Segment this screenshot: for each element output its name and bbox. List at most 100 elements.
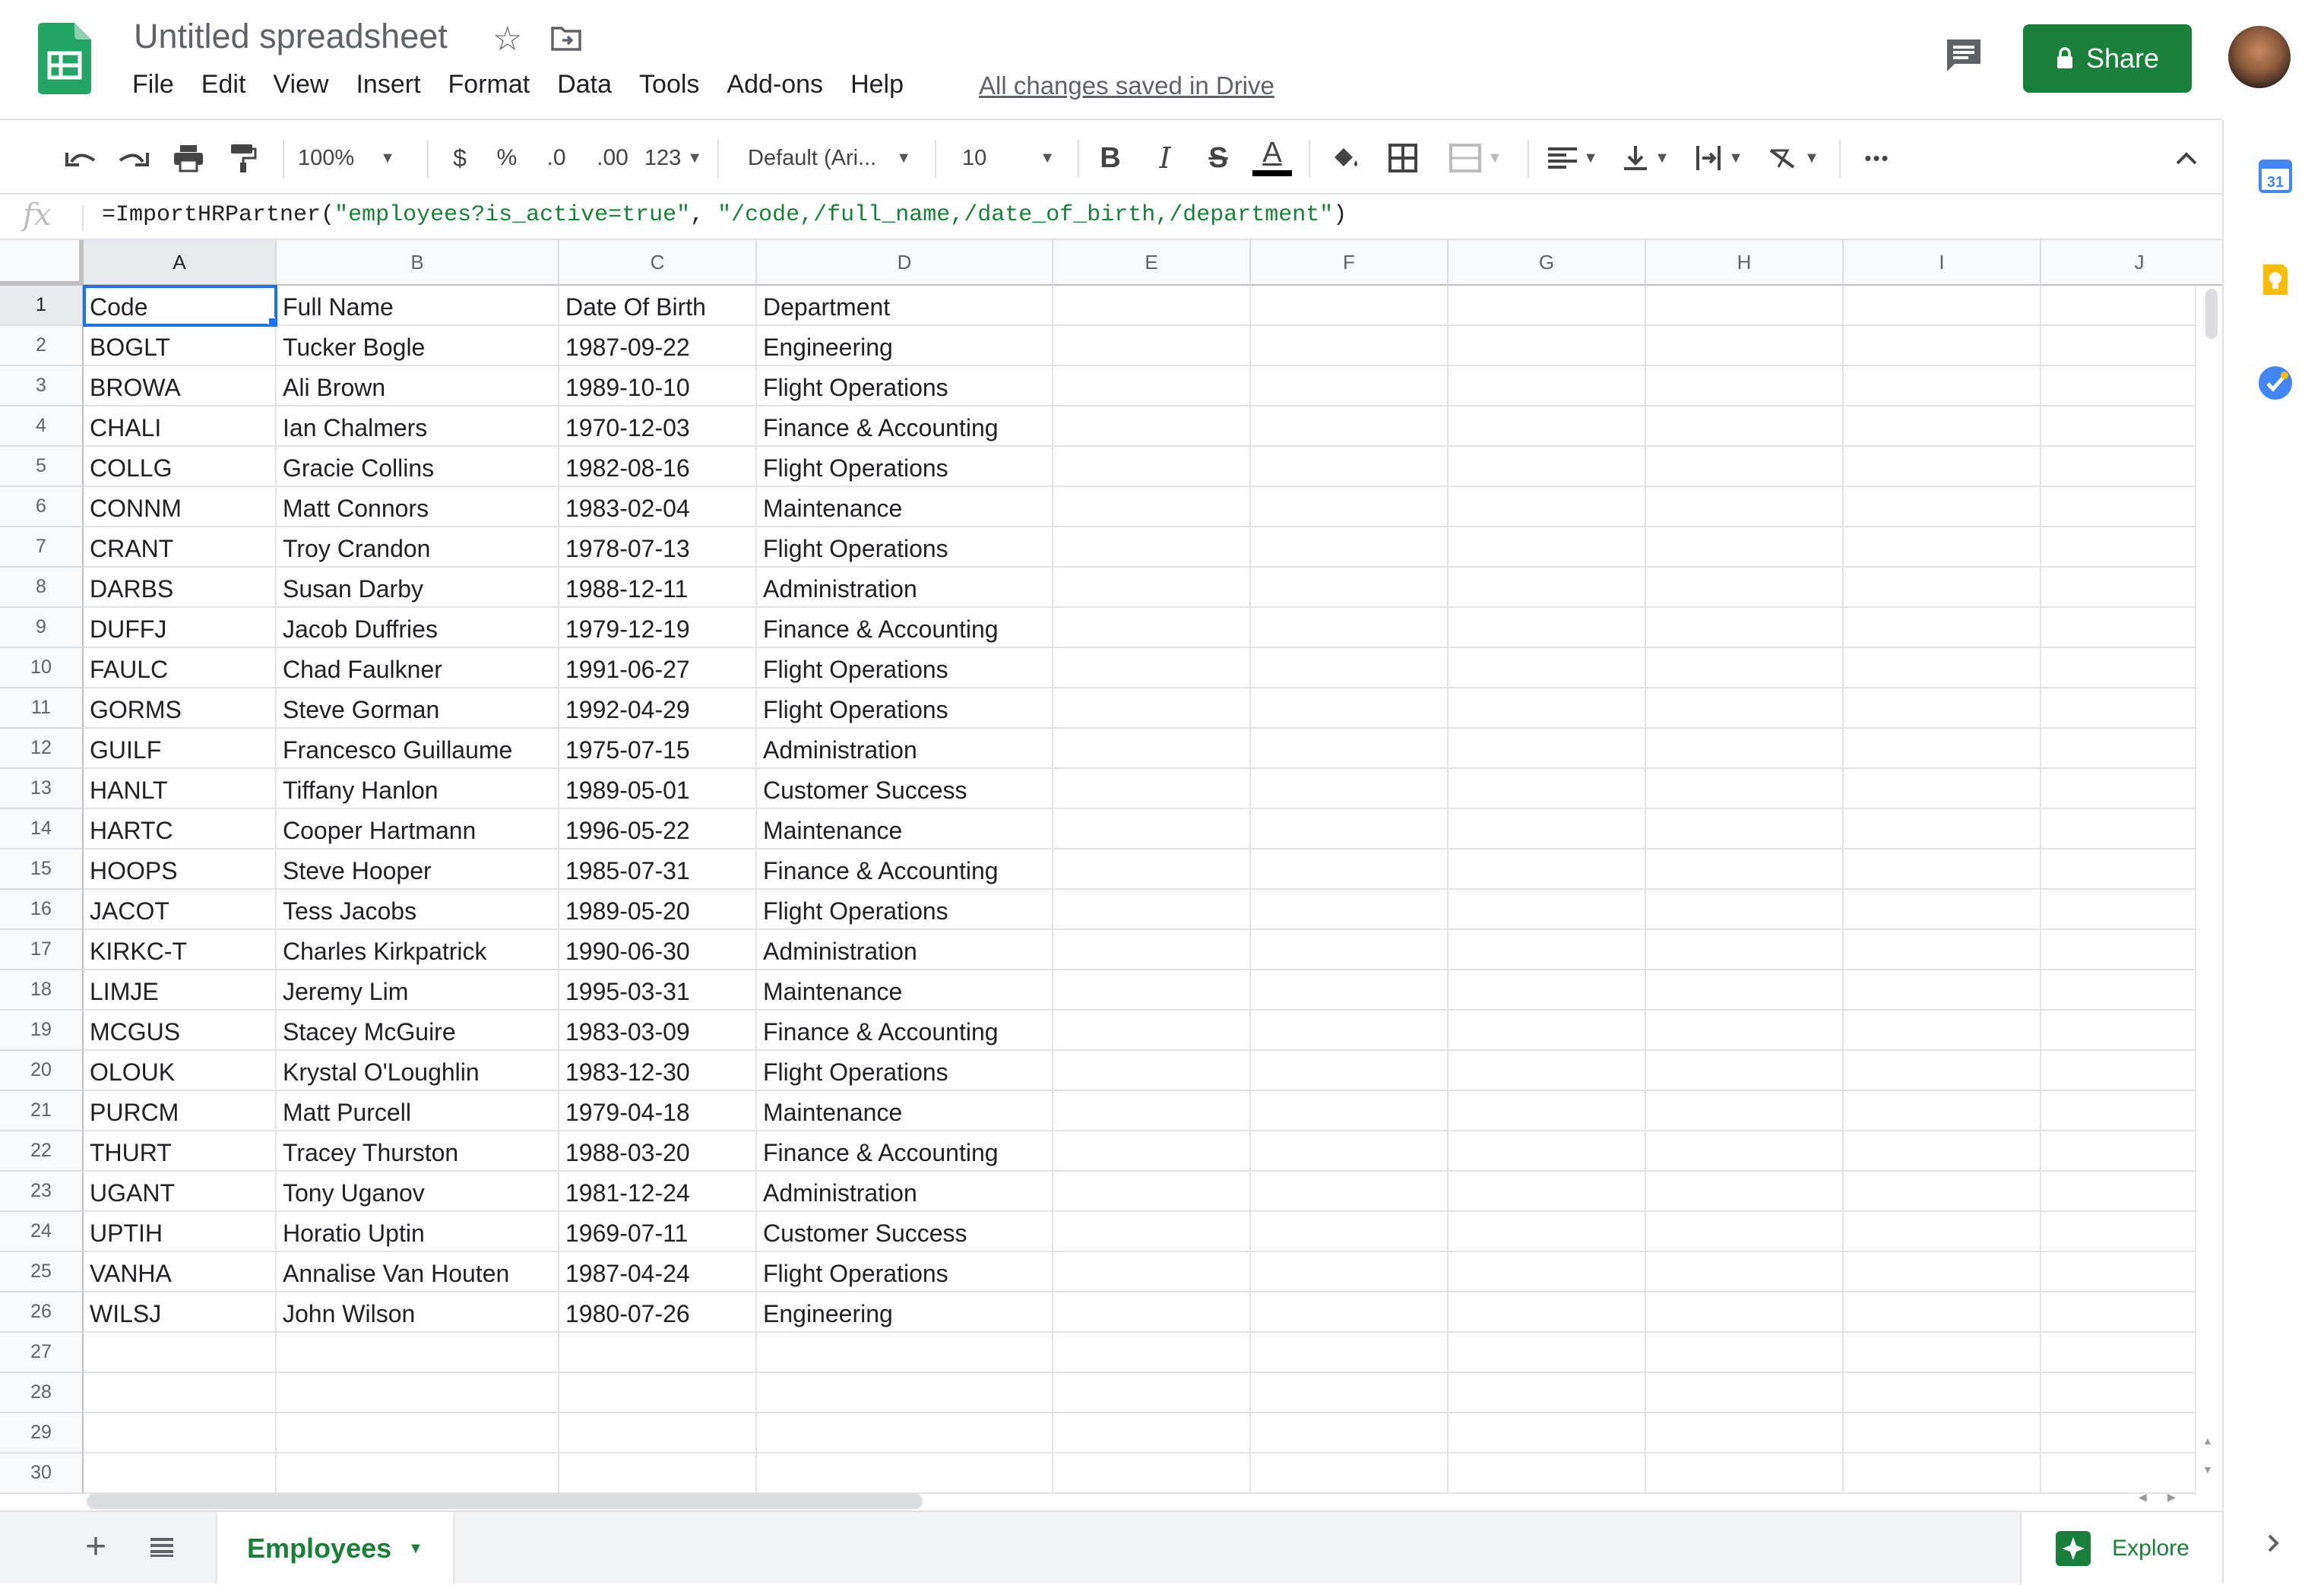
expand-side-panel-icon[interactable] bbox=[2262, 1532, 2284, 1555]
explore-button[interactable]: Explore bbox=[2020, 1512, 2222, 1585]
cell-i28[interactable] bbox=[1844, 1373, 2041, 1413]
cell-h6[interactable] bbox=[1646, 487, 1844, 527]
cell-f7[interactable] bbox=[1251, 527, 1449, 568]
cell-f18[interactable] bbox=[1251, 970, 1449, 1011]
cell-a15[interactable]: HOOPS bbox=[84, 849, 277, 890]
cell-d27[interactable] bbox=[757, 1333, 1053, 1373]
cell-i6[interactable] bbox=[1844, 487, 2041, 527]
row-header[interactable]: 13 bbox=[0, 769, 84, 809]
cell-d21[interactable]: Maintenance bbox=[757, 1091, 1053, 1131]
cell-g4[interactable] bbox=[1449, 407, 1646, 447]
cell-b9[interactable]: Jacob Duffries bbox=[277, 608, 559, 648]
cell-a8[interactable]: DARBS bbox=[84, 568, 277, 608]
cell-g28[interactable] bbox=[1449, 1373, 1646, 1413]
redo-icon[interactable] bbox=[112, 122, 155, 195]
cell-g14[interactable] bbox=[1449, 809, 1646, 849]
menu-view[interactable]: View bbox=[273, 70, 328, 100]
cell-a12[interactable]: GUILF bbox=[84, 729, 277, 769]
cell-b6[interactable]: Matt Connors bbox=[277, 487, 559, 527]
cell-i9[interactable] bbox=[1844, 608, 2041, 648]
row-header[interactable]: 28 bbox=[0, 1373, 84, 1413]
cell-a29[interactable] bbox=[84, 1413, 277, 1454]
cell-g2[interactable] bbox=[1449, 326, 1646, 366]
vertical-align-icon[interactable]: ▼ bbox=[1616, 122, 1677, 195]
more-formats-button[interactable]: 123 ▼ bbox=[643, 122, 704, 195]
cell-h4[interactable] bbox=[1646, 407, 1844, 447]
cell-e26[interactable] bbox=[1053, 1292, 1251, 1333]
cell-e4[interactable] bbox=[1053, 407, 1251, 447]
row-header[interactable]: 29 bbox=[0, 1413, 84, 1454]
cell-d6[interactable]: Maintenance bbox=[757, 487, 1053, 527]
merge-cells-icon[interactable]: ▼ bbox=[1438, 122, 1514, 195]
formula-bar[interactable]: fx =ImportHRPartner("employees?is_active… bbox=[0, 196, 2222, 240]
cell-g5[interactable] bbox=[1449, 447, 1646, 487]
cell-a19[interactable]: MCGUS bbox=[84, 1011, 277, 1051]
cell-h15[interactable] bbox=[1646, 849, 1844, 890]
cell-a25[interactable]: VANHA bbox=[84, 1252, 277, 1292]
cell-f24[interactable] bbox=[1251, 1212, 1449, 1252]
cell-d3[interactable]: Flight Operations bbox=[757, 366, 1053, 407]
cell-d26[interactable]: Engineering bbox=[757, 1292, 1053, 1333]
cell-f6[interactable] bbox=[1251, 487, 1449, 527]
row-header[interactable]: 2 bbox=[0, 326, 84, 366]
row-header[interactable]: 30 bbox=[0, 1454, 84, 1494]
cell-d4[interactable]: Finance & Accounting bbox=[757, 407, 1053, 447]
cell-c15[interactable]: 1985-07-31 bbox=[559, 849, 757, 890]
cell-a18[interactable]: LIMJE bbox=[84, 970, 277, 1011]
font-size-select[interactable]: 10 ▼ bbox=[962, 122, 1065, 195]
cell-i17[interactable] bbox=[1844, 930, 2041, 970]
cell-b4[interactable]: Ian Chalmers bbox=[277, 407, 559, 447]
calendar-icon[interactable]: 31 bbox=[2257, 158, 2294, 195]
cell-c7[interactable]: 1978-07-13 bbox=[559, 527, 757, 568]
cell-c12[interactable]: 1975-07-15 bbox=[559, 729, 757, 769]
cell-h29[interactable] bbox=[1646, 1413, 1844, 1454]
cell-f2[interactable] bbox=[1251, 326, 1449, 366]
horizontal-scrollbar[interactable]: ◀ ▶ bbox=[84, 1488, 2195, 1512]
cell-d12[interactable]: Administration bbox=[757, 729, 1053, 769]
cell-i5[interactable] bbox=[1844, 447, 2041, 487]
row-header[interactable]: 7 bbox=[0, 527, 84, 568]
cell-f28[interactable] bbox=[1251, 1373, 1449, 1413]
cell-i26[interactable] bbox=[1844, 1292, 2041, 1333]
formula-input[interactable]: =ImportHRPartner("employees?is_active=tr… bbox=[102, 202, 1347, 228]
cell-f19[interactable] bbox=[1251, 1011, 1449, 1051]
row-header[interactable]: 9 bbox=[0, 608, 84, 648]
cell-e15[interactable] bbox=[1053, 849, 1251, 890]
all-sheets-icon[interactable] bbox=[149, 1533, 175, 1559]
cell-g10[interactable] bbox=[1449, 648, 1646, 688]
row-header[interactable]: 20 bbox=[0, 1051, 84, 1091]
row-header[interactable]: 1 bbox=[0, 286, 84, 326]
column-header-a[interactable]: A bbox=[84, 240, 277, 286]
scroll-right-icon[interactable]: ▶ bbox=[2167, 1491, 2176, 1504]
cell-g27[interactable] bbox=[1449, 1333, 1646, 1373]
cell-c3[interactable]: 1989-10-10 bbox=[559, 366, 757, 407]
cell-e19[interactable] bbox=[1053, 1011, 1251, 1051]
cell-a11[interactable]: GORMS bbox=[84, 688, 277, 729]
cell-d8[interactable]: Administration bbox=[757, 568, 1053, 608]
cell-h14[interactable] bbox=[1646, 809, 1844, 849]
row-header[interactable]: 4 bbox=[0, 407, 84, 447]
menu-add-ons[interactable]: Add-ons bbox=[727, 70, 823, 100]
cell-d20[interactable]: Flight Operations bbox=[757, 1051, 1053, 1091]
cell-i13[interactable] bbox=[1844, 769, 2041, 809]
cell-g13[interactable] bbox=[1449, 769, 1646, 809]
account-avatar[interactable] bbox=[2228, 26, 2291, 88]
cell-b3[interactable]: Ali Brown bbox=[277, 366, 559, 407]
cell-f22[interactable] bbox=[1251, 1131, 1449, 1172]
cell-e28[interactable] bbox=[1053, 1373, 1251, 1413]
cell-c11[interactable]: 1992-04-29 bbox=[559, 688, 757, 729]
cell-c25[interactable]: 1987-04-24 bbox=[559, 1252, 757, 1292]
cell-c16[interactable]: 1989-05-20 bbox=[559, 890, 757, 930]
cell-f1[interactable] bbox=[1251, 286, 1449, 326]
collapse-menus-icon[interactable] bbox=[2167, 122, 2205, 195]
cell-h24[interactable] bbox=[1646, 1212, 1844, 1252]
cell-b22[interactable]: Tracey Thurston bbox=[277, 1131, 559, 1172]
cell-c29[interactable] bbox=[559, 1413, 757, 1454]
cell-h9[interactable] bbox=[1646, 608, 1844, 648]
cell-c14[interactable]: 1996-05-22 bbox=[559, 809, 757, 849]
cell-a4[interactable]: CHALI bbox=[84, 407, 277, 447]
cell-b17[interactable]: Charles Kirkpatrick bbox=[277, 930, 559, 970]
cell-i21[interactable] bbox=[1844, 1091, 2041, 1131]
cell-d14[interactable]: Maintenance bbox=[757, 809, 1053, 849]
cell-h11[interactable] bbox=[1646, 688, 1844, 729]
